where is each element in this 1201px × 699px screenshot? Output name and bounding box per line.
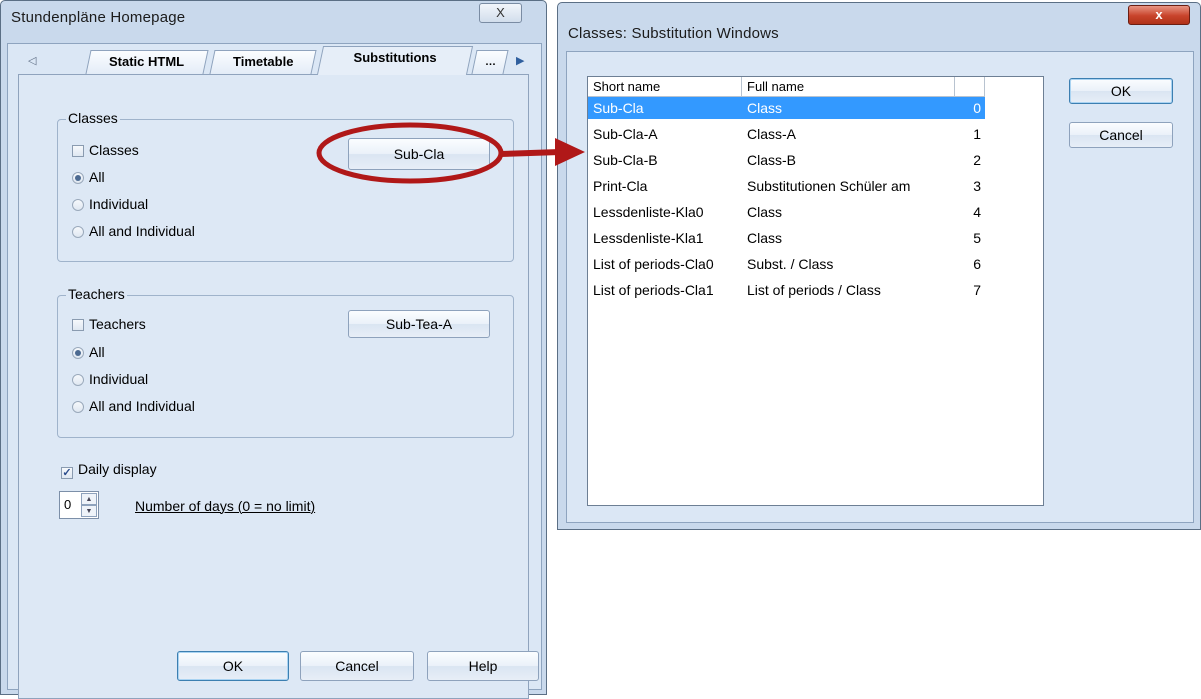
radio-icon: [72, 401, 84, 413]
tab-scroll-right-icon[interactable]: ▶: [516, 54, 524, 67]
number-cell: 5: [973, 230, 981, 246]
spin-down-button[interactable]: ▼: [81, 505, 97, 517]
list-item[interactable]: Sub-Cla Class 0: [588, 97, 985, 119]
number-cell: 2: [973, 152, 981, 168]
stundenplaene-dialog: Stundenpläne Homepage X ◁ Static HTML Ti…: [0, 0, 547, 699]
full-name-cell: Class: [747, 230, 783, 246]
title-bar[interactable]: Classes: Substitution Windows x: [558, 3, 1200, 42]
close-button[interactable]: x: [1128, 5, 1190, 25]
column-header-full-name[interactable]: Full name: [742, 77, 955, 97]
list-item[interactable]: Lessdenliste-Kla0 Class 4: [588, 201, 985, 223]
full-name-cell: List of periods / Class: [747, 282, 881, 298]
teachers-radio-all[interactable]: All: [72, 344, 105, 360]
spin-up-button[interactable]: ▲: [81, 493, 97, 505]
teachers-checkbox[interactable]: Teachers: [72, 316, 146, 332]
number-of-days-value: 0: [64, 497, 72, 512]
classes-checkbox-label: Classes: [89, 142, 139, 158]
sub-tea-a-button[interactable]: Sub-Tea-A: [348, 310, 490, 338]
radio-icon: [72, 199, 84, 211]
radio-selected-icon: [72, 347, 84, 359]
tab-timetable[interactable]: Timetable: [209, 50, 317, 74]
radio-label: Individual: [89, 371, 149, 387]
short-name-cell: Lessdenliste-Kla1: [593, 230, 704, 246]
radio-icon: [72, 374, 84, 386]
classes-legend: Classes: [66, 110, 120, 126]
short-name-cell: Print-Cla: [593, 178, 648, 194]
dialog-client: ◁ Static HTML Timetable Substitutions … …: [7, 43, 542, 699]
list-item[interactable]: Sub-Cla-B Class-B 2: [588, 149, 985, 171]
radio-label: All: [89, 169, 105, 185]
dialog-title: Classes: Substitution Windows: [568, 25, 779, 42]
radio-label: Individual: [89, 196, 149, 212]
substitutions-tab-page: Classes Classes All Individual All and I…: [18, 74, 539, 699]
number-cell: 4: [973, 204, 981, 220]
cancel-button[interactable]: Cancel: [1069, 122, 1173, 148]
radio-label: All and Individual: [89, 223, 195, 239]
list-item[interactable]: Sub-Cla-A Class-A 1: [588, 123, 985, 145]
checkbox-icon: [72, 145, 84, 157]
substitution-windows-list[interactable]: Short name Full name Sub-Cla Class 0 Sub-Cl…: [587, 76, 1044, 506]
teachers-radio-all-and-individual[interactable]: All and Individual: [72, 398, 195, 414]
dialog-client: Short name Full name Sub-Cla Class 0 Sub-Cl…: [566, 51, 1194, 523]
classes-checkbox[interactable]: Classes: [72, 142, 139, 158]
teachers-checkbox-label: Teachers: [89, 316, 146, 332]
number-cell: 1: [973, 126, 981, 142]
teachers-legend: Teachers: [66, 286, 127, 302]
classes-radio-individual[interactable]: Individual: [72, 196, 148, 212]
number-of-days-input[interactable]: 0 ▲ ▼: [59, 491, 99, 519]
classes-group: Classes Classes All Individual All and I…: [57, 110, 514, 262]
column-header-number[interactable]: [955, 77, 985, 97]
classes-radio-all-and-individual[interactable]: All and Individual: [72, 223, 195, 239]
list-item[interactable]: List of periods-Cla0 Subst. / Class 6: [588, 253, 985, 275]
column-header-short-name[interactable]: Short name: [588, 77, 742, 97]
full-name-cell: Subst. / Class: [747, 256, 834, 272]
list-item[interactable]: Lessdenliste-Kla1 Class 5: [588, 227, 985, 249]
cancel-button[interactable]: Cancel: [300, 651, 414, 681]
tab-substitutions[interactable]: Substitutions: [316, 46, 474, 75]
teachers-group: Teachers Teachers All Individual All and…: [57, 286, 514, 438]
short-name-cell: Lessdenliste-Kla0: [593, 204, 704, 220]
title-bar[interactable]: Stundenpläne Homepage X: [1, 1, 546, 35]
sub-cla-button[interactable]: Sub-Cla: [348, 138, 490, 170]
radio-selected-icon: [72, 172, 84, 184]
classes-radio-all[interactable]: All: [72, 169, 105, 185]
list-header: Short name Full name: [588, 77, 1043, 97]
ok-button[interactable]: OK: [1069, 78, 1173, 104]
number-cell: 6: [973, 256, 981, 272]
full-name-cell: Class-A: [747, 126, 797, 142]
tab-static-html[interactable]: Static HTML: [85, 50, 209, 74]
full-name-cell: Class-B: [747, 152, 797, 168]
ok-button[interactable]: OK: [177, 651, 289, 681]
checkmark-icon: ✓: [61, 467, 73, 479]
dialog-title: Stundenpläne Homepage: [11, 9, 186, 26]
radio-label: All and Individual: [89, 398, 195, 414]
full-name-cell: Class: [747, 100, 783, 116]
list-item[interactable]: Print-Cla Substitutionen Schüler am 3: [588, 175, 985, 197]
daily-display-label: Daily display: [78, 461, 157, 477]
daily-display-checkbox[interactable]: ✓ Daily display: [61, 461, 157, 479]
full-name-cell: Substitutionen Schüler am: [747, 178, 911, 194]
short-name-cell: Sub-Cla-A: [593, 126, 658, 142]
short-name-cell: List of periods-Cla1: [593, 282, 714, 298]
number-cell: 0: [973, 100, 981, 116]
teachers-radio-individual[interactable]: Individual: [72, 371, 148, 387]
tab-scroll-left-icon[interactable]: ◁: [28, 54, 36, 67]
tab-strip: ◁ Static HTML Timetable Substitutions … …: [8, 44, 541, 75]
list-item[interactable]: List of periods-Cla1 List of periods / Cl…: [588, 279, 985, 301]
radio-label: All: [89, 344, 105, 360]
number-cell: 7: [973, 282, 981, 298]
short-name-cell: List of periods-Cla0: [593, 256, 714, 272]
substitution-windows-dialog: Classes: Substitution Windows x Short na…: [557, 2, 1201, 530]
close-button[interactable]: X: [479, 3, 522, 23]
full-name-cell: Class: [747, 204, 783, 220]
short-name-cell: Sub-Cla-B: [593, 152, 658, 168]
tab-more[interactable]: …: [471, 50, 509, 74]
number-cell: 3: [973, 178, 981, 194]
radio-icon: [72, 226, 84, 238]
number-of-days-label: Number of days (0 = no limit): [135, 498, 316, 514]
help-button[interactable]: Help: [427, 651, 539, 681]
checkbox-icon: [72, 319, 84, 331]
short-name-cell: Sub-Cla: [593, 100, 644, 116]
